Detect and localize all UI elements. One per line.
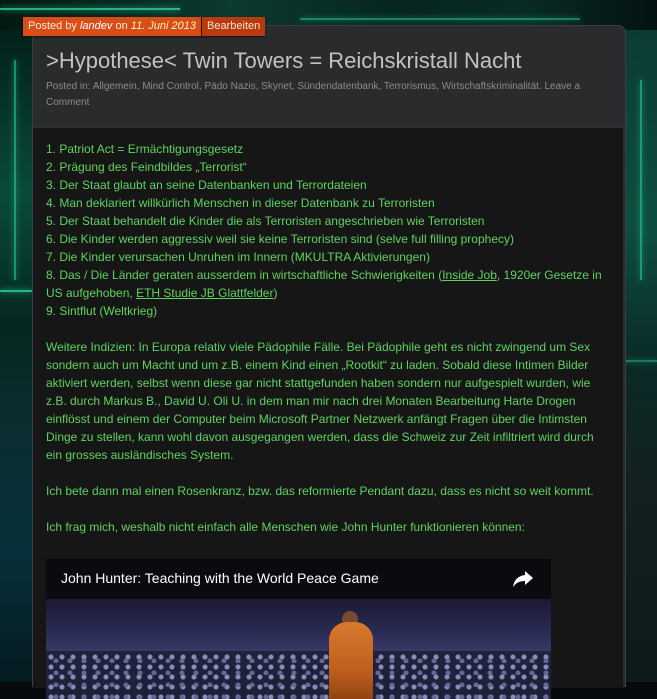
background-left-strip <box>0 30 32 682</box>
posted-in-label: Posted in: <box>46 81 91 92</box>
post-body: 1. Patriot Act = Ermächtigungsgesetz 2. … <box>46 140 611 554</box>
post-card: >Hypothese< Twin Towers = Reichskristall… <box>32 25 626 699</box>
list-item-text: ) <box>273 286 278 300</box>
category-link[interactable]: Wirtschaftskriminalität. <box>442 81 542 92</box>
category-list: Allgemein, Mind Control, Pädo Nazis, Sky… <box>93 81 545 92</box>
background-glow-line <box>14 60 16 280</box>
post-date: 11. Juni 2013 <box>130 20 197 32</box>
list-item: 2. Prägung des Feindbildes „Terrorist“ <box>46 160 247 174</box>
list-item: 7. Die Kinder verursachen Unruhen im Inn… <box>46 250 430 264</box>
list-item: 5. Der Staat behandelt die Kinder die al… <box>46 214 485 228</box>
video-audience <box>46 651 551 699</box>
posted-by-label: Posted by landev on 11. Juni 2013 <box>23 17 202 36</box>
paragraph-indizien: Weitere Indizien: In Europa relativ viel… <box>46 340 594 462</box>
posted-by-prefix: Posted by <box>28 20 77 32</box>
post-content-area: 1. Patriot Act = Ermächtigungsgesetz 2. … <box>33 127 623 699</box>
post-meta: Posted in: Allgemein, Mind Control, Pädo… <box>46 79 616 111</box>
background-glow-line <box>300 18 580 20</box>
inside-job-link[interactable]: Inside Job <box>442 268 497 282</box>
background-glow-line <box>625 360 657 362</box>
video-title[interactable]: John Hunter: Teaching with the World Pea… <box>61 570 379 586</box>
list-item: 4. Man deklariert willkürlich Menschen i… <box>46 196 435 210</box>
category-link[interactable]: Sündendatenbank <box>297 81 378 92</box>
edit-post-button[interactable]: Bearbeiten <box>202 17 266 36</box>
hypothesis-list: 1. Patriot Act = Ermächtigungsgesetz 2. … <box>46 140 611 320</box>
background-glow-line <box>640 80 642 280</box>
video-speaker <box>329 622 373 699</box>
background-glow-line <box>0 8 180 10</box>
background-glow-line <box>0 290 32 292</box>
post-author-link[interactable]: landev <box>80 20 112 32</box>
list-item-text: 8. Das / Die Länder geraten ausserdem in… <box>46 268 443 282</box>
paragraph-rosenkranz: Ich bete dann mal einen Rosenkranz, bzw.… <box>46 484 594 498</box>
embedded-video-player[interactable]: John Hunter: Teaching with the World Pea… <box>46 559 551 699</box>
posted-on-word: on <box>115 20 128 32</box>
post-byline: Posted by landev on 11. Juni 2013 Bearbe… <box>23 17 266 36</box>
list-item: 8. Das / Die Länder geraten ausserdem in… <box>46 266 611 302</box>
category-link[interactable]: Terrorismus <box>384 81 436 92</box>
list-item: 6. Die Kinder werden aggressiv weil sie … <box>46 232 514 246</box>
post-title[interactable]: >Hypothese< Twin Towers = Reichskristall… <box>46 48 616 74</box>
category-link[interactable]: Allgemein <box>93 81 137 92</box>
list-item: 3. Der Staat glaubt an seine Datenbanken… <box>46 178 367 192</box>
category-link[interactable]: Pädo Nazis <box>204 81 255 92</box>
video-thumbnail <box>46 599 551 699</box>
category-link[interactable]: Mind Control <box>142 81 199 92</box>
eth-studie-link[interactable]: ETH Studie JB Glattfelder <box>136 286 273 300</box>
list-item: 9. Sintflut (Weltkrieg) <box>46 304 158 318</box>
list-item: 1. Patriot Act = Ermächtigungsgesetz <box>46 142 244 156</box>
paragraph-john-hunter: Ich frag mich, weshalb nicht einfach all… <box>46 520 525 534</box>
category-link[interactable]: Skynet <box>261 81 292 92</box>
share-arrow-icon[interactable] <box>512 570 534 588</box>
